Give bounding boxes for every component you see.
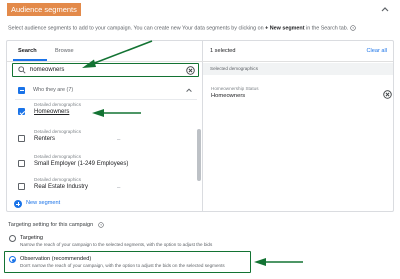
selected-item-category: Homeownership Status xyxy=(211,86,259,91)
selected-pane: 1 selected Clear all Selected demographi… xyxy=(203,41,393,211)
plus-icon xyxy=(14,200,22,208)
chevron-up-icon[interactable] xyxy=(185,86,193,94)
result-name: Real Estate Industry xyxy=(34,184,89,190)
targeting-option-title: Targeting xyxy=(20,235,44,241)
result-name: Small Employer (1-249 Employees) xyxy=(34,161,129,167)
observation-highlight-box xyxy=(4,251,251,273)
result-item-real-estate[interactable]: Detailed demographics Real Estate Indust… xyxy=(7,176,197,198)
selected-group-label: Selected demographics xyxy=(210,66,259,71)
targeting-radio[interactable] xyxy=(9,235,16,242)
help-icon[interactable]: ? xyxy=(350,25,356,31)
group-who-they-are[interactable]: Who they are (7) xyxy=(7,84,197,96)
result-checkbox[interactable] xyxy=(18,183,25,190)
tab-divider xyxy=(7,61,203,62)
result-item-renters[interactable]: Detailed demographics Renters – xyxy=(7,128,197,150)
result-checkbox[interactable] xyxy=(18,108,25,115)
help-icon[interactable]: ? xyxy=(98,222,104,228)
search-pane: Search Browse Who they are (7) De xyxy=(7,41,203,211)
selected-group-header: Selected demographics xyxy=(203,63,393,75)
result-category: Detailed demographics xyxy=(34,177,81,182)
search-icon xyxy=(18,66,26,74)
result-checkbox[interactable] xyxy=(18,160,25,167)
clear-all-link[interactable]: Clear all xyxy=(366,48,387,54)
svg-text:?: ? xyxy=(352,26,354,30)
result-dash: – xyxy=(117,137,121,143)
group-checkbox[interactable] xyxy=(18,87,25,94)
targeting-setting-title: Targeting setting for this campaign xyxy=(8,222,94,228)
selected-count: 1 selected xyxy=(210,48,236,54)
intro-text-after: in the Search tab. xyxy=(306,25,349,32)
tab-browse[interactable]: Browse xyxy=(55,48,74,54)
svg-text:?: ? xyxy=(100,223,102,227)
remove-icon[interactable] xyxy=(383,90,392,99)
result-checkbox[interactable] xyxy=(18,135,25,142)
audience-segments-header[interactable]: Audience segments xyxy=(4,3,394,17)
intro-text: Select audience segments to add to your … xyxy=(8,25,396,31)
chevron-up-icon[interactable] xyxy=(380,4,390,14)
group-label: Who they are (7) xyxy=(33,87,74,93)
intro-text-before: Select audience segments to add to your … xyxy=(8,25,264,32)
tab-search[interactable]: Search xyxy=(18,48,37,54)
list-divider xyxy=(15,99,197,100)
result-item-homeowners[interactable]: Detailed demographics Homeowners xyxy=(7,101,197,123)
selected-item-homeowners: Homeownership Status Homeowners xyxy=(203,83,393,105)
result-dash: – xyxy=(117,185,121,191)
results-scrollbar[interactable] xyxy=(197,129,201,181)
intro-text-bold: + New segment xyxy=(265,25,305,32)
search-input[interactable] xyxy=(30,65,180,75)
section-title: Audience segments xyxy=(7,3,81,16)
clear-search-icon[interactable] xyxy=(186,66,195,75)
selected-divider xyxy=(203,61,393,62)
result-category: Detailed demographics xyxy=(34,154,81,159)
search-box[interactable] xyxy=(12,63,199,77)
audience-picker-panel: Search Browse Who they are (7) De xyxy=(6,40,394,212)
result-name: Homeowners xyxy=(34,109,70,115)
targeting-option[interactable]: Targeting Narrow the reach of your campa… xyxy=(6,233,306,249)
new-segment-label: New segment xyxy=(26,200,61,206)
selected-item-name: Homeowners xyxy=(211,93,246,99)
result-dash: – xyxy=(117,162,121,168)
targeting-option-desc: Narrow the reach of your campaign to the… xyxy=(20,242,213,247)
result-item-small-employer[interactable]: Detailed demographics Small Employer (1-… xyxy=(7,153,197,175)
result-name: Renters xyxy=(34,136,56,142)
result-category: Detailed demographics xyxy=(34,129,81,134)
result-category: Detailed demographics xyxy=(34,102,81,107)
